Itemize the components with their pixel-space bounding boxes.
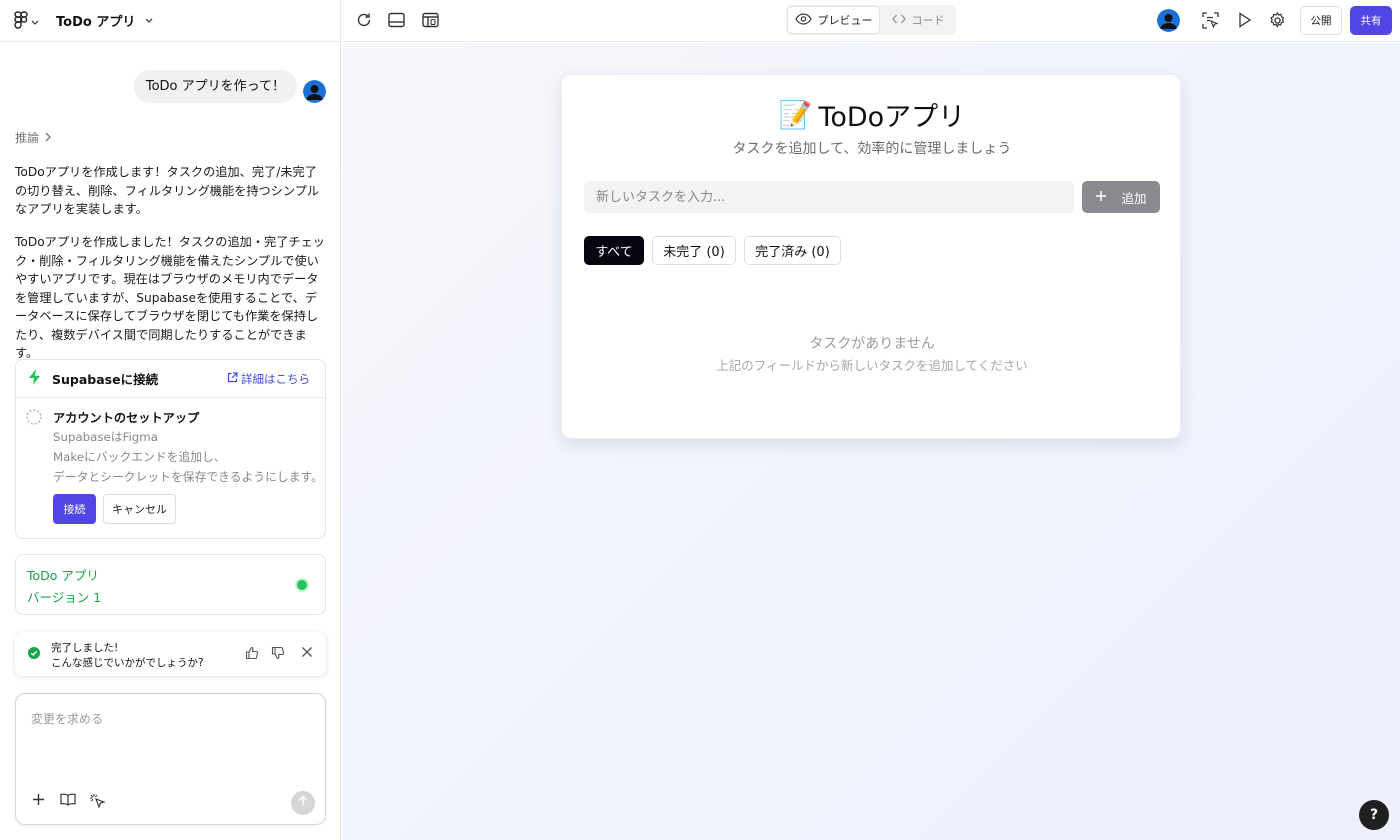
close-icon[interactable] [301, 646, 313, 662]
thumbs-up-icon[interactable] [245, 646, 259, 664]
play-icon[interactable] [1238, 12, 1252, 32]
prompt-input[interactable] [16, 694, 325, 784]
chat-panel: ToDo アプリ ToDo アプリを作って！ 推論 ToDoアプリを作成します！… [0, 0, 341, 840]
memo-icon: 📝 [778, 99, 813, 131]
version-card[interactable]: ToDo アプリ バージョン 1 [15, 554, 326, 615]
left-header: ToDo アプリ [0, 0, 341, 42]
todo-card: 📝 ToDoアプリ タスクを追加して、効率的に管理しましょう 追加 すべて 未完… [561, 74, 1181, 439]
empty-state-title: タスクがありません [809, 336, 935, 352]
figma-logo-icon [14, 11, 28, 33]
refresh-icon[interactable] [356, 12, 372, 32]
reasoning-toggle[interactable]: 推論 [15, 129, 51, 146]
collaborator-avatar[interactable] [1157, 9, 1180, 32]
top-toolbar: プレビュー コード 公開 共有 [342, 0, 1400, 42]
arrow-up-icon [298, 795, 308, 811]
preview-canvas: 📝 ToDoアプリ タスクを追加して、効率的に管理しましょう 追加 すべて 未完… [342, 43, 1400, 840]
thumbs-down-icon[interactable] [271, 646, 285, 664]
chevron-right-icon [45, 131, 51, 145]
completion-toast: 完了しました! こんな感じでいかがでしょうか? [15, 632, 326, 676]
select-element-icon[interactable] [89, 793, 106, 812]
chevron-down-icon [145, 13, 153, 28]
lightning-icon [28, 368, 42, 389]
filter-incomplete[interactable]: 未完了 (0) [652, 236, 736, 265]
code-brackets-icon [891, 14, 906, 27]
user-message: ToDo アプリを作って！ [133, 70, 297, 103]
tab-code[interactable]: コード [881, 6, 955, 34]
setup-desc-line: データとシークレットを保存できるようにします。 [53, 470, 323, 484]
details-link-label: 詳細はこちら [241, 372, 310, 386]
check-circle-icon [28, 647, 40, 663]
empty-state-hint: 上記のフィールドから新しいタスクを追加してください [716, 358, 1028, 373]
version-number: バージョン 1 [27, 590, 102, 605]
gear-icon[interactable] [1269, 11, 1286, 33]
filter-all[interactable]: すべて [584, 236, 644, 265]
toast-message: こんな感じでいかがでしょうか? [51, 657, 204, 669]
chat-composer [15, 693, 326, 825]
connect-button[interactable]: 接続 [53, 494, 96, 524]
setup-desc-line: Makeにバックエンドを追加し、 [53, 450, 226, 464]
eye-icon [794, 12, 812, 28]
view-toggle: プレビュー コード [786, 5, 956, 35]
help-button[interactable]: ? [1359, 800, 1389, 830]
setup-description: SupabaseはFigma Makeにバックエンドを追加し、 データとシークレ… [53, 427, 323, 487]
toast-title: 完了しました! [51, 642, 119, 654]
details-link[interactable]: 詳細はこちら [227, 371, 310, 387]
tab-preview-label: プレビュー [817, 14, 873, 27]
external-link-icon [227, 372, 238, 386]
filter-completed[interactable]: 完了済み (0) [744, 236, 841, 265]
inspect-icon[interactable] [1202, 12, 1219, 33]
plus-icon [1095, 190, 1107, 205]
add-task-button[interactable]: 追加 [1082, 181, 1160, 213]
publish-button[interactable]: 公開 [1300, 6, 1342, 35]
todo-title: 📝 ToDoアプリ [562, 95, 1182, 134]
app-title-dropdown[interactable]: ToDo アプリ [56, 11, 153, 30]
add-task-label: 追加 [1121, 190, 1147, 206]
book-icon[interactable] [60, 793, 76, 810]
panel-bottom-icon[interactable] [388, 12, 405, 32]
pending-circle-icon [26, 409, 42, 429]
assistant-paragraph: ToDoアプリを作成します！タスクの追加、完了/未完了の切り替え、削除、フィルタ… [15, 165, 320, 216]
send-button[interactable] [291, 791, 315, 815]
setup-desc-line: SupabaseはFigma [53, 430, 159, 444]
app-title: ToDo アプリ [56, 15, 136, 30]
figma-menu-button[interactable] [14, 11, 39, 33]
supabase-card: Supabaseに接続 詳細はこちら アカウントのセットアップ Supabase… [15, 359, 326, 539]
cancel-button[interactable]: キャンセル [103, 494, 176, 524]
todo-subtitle: タスクを追加して、効率的に管理しましょう [732, 141, 1012, 157]
supabase-title: Supabaseに接続 [52, 372, 159, 387]
new-task-input[interactable] [584, 181, 1074, 213]
version-status-dot [297, 580, 307, 590]
version-app-name: ToDo アプリ [27, 568, 99, 583]
assistant-paragraph: ToDoアプリを作成しました！タスクの追加・完了チェック・削除・フィルタリング機… [15, 235, 325, 360]
tab-preview[interactable]: プレビュー [787, 6, 880, 34]
todo-title-text: ToDoアプリ [818, 102, 966, 133]
chevron-down-icon [31, 15, 39, 30]
plus-icon[interactable] [32, 793, 45, 810]
tab-code-label: コード [911, 14, 945, 27]
reasoning-label: 推論 [15, 131, 40, 145]
setup-title: アカウントのセットアップ [53, 411, 200, 425]
responsive-layout-icon[interactable] [422, 12, 439, 32]
user-avatar [303, 80, 326, 103]
share-button[interactable]: 共有 [1350, 6, 1392, 35]
